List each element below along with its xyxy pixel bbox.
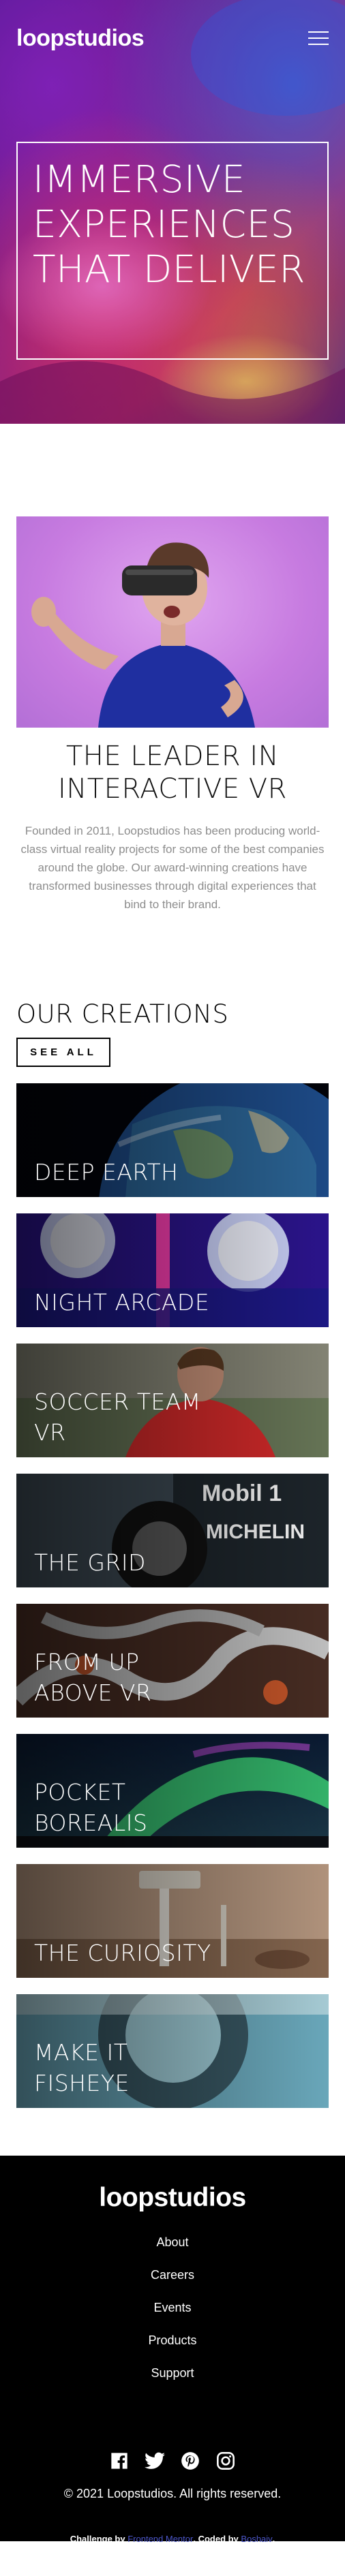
creations-list: Deep earth Night arcade bbox=[16, 1083, 329, 2108]
attribution-challenge-label: Challenge by bbox=[70, 2534, 125, 2544]
creation-title: Night arcade bbox=[34, 1289, 210, 1316]
creation-card-the-grid[interactable]: Mobil 1 MICHELIN The grid bbox=[16, 1474, 329, 1587]
frontend-mentor-link[interactable]: Frontend Mentor bbox=[127, 2534, 193, 2544]
footer-logo[interactable]: loopstudios bbox=[99, 2183, 246, 2213]
intro-section: The leader in interactive VR Founded in … bbox=[0, 424, 345, 914]
footer-link-about[interactable]: About bbox=[156, 2233, 188, 2251]
twitter-icon[interactable] bbox=[144, 2450, 166, 2472]
attribution: Challenge by Frontend Mentor. Coded by B… bbox=[70, 2534, 275, 2544]
creation-title: Soccer team VR bbox=[34, 1388, 201, 1446]
hero-section: loopstudios Immersive experiences that d… bbox=[0, 0, 345, 424]
creations-heading: Our creations bbox=[16, 999, 229, 1029]
creation-title: Pocket borealis bbox=[34, 1779, 148, 1836]
hero-title-box: Immersive experiences that deliver bbox=[16, 142, 329, 360]
intro-text: Founded in 2011, Loopstudios has been pr… bbox=[20, 824, 325, 911]
creation-title: The grid bbox=[34, 1549, 146, 1576]
creation-title: From up above VR bbox=[34, 1649, 152, 1706]
site-footer: loopstudios About Careers Events Product… bbox=[0, 2156, 345, 2544]
footer-link-support[interactable]: Support bbox=[151, 2364, 194, 2382]
intro-heading: The leader in interactive VR bbox=[58, 741, 287, 805]
creation-card-soccer-team-vr[interactable]: Soccer team VR bbox=[16, 1344, 329, 1457]
creation-card-pocket-borealis[interactable]: Pocket borealis bbox=[16, 1734, 329, 1848]
instagram-icon[interactable] bbox=[215, 2450, 237, 2472]
pinterest-icon[interactable] bbox=[179, 2450, 201, 2472]
site-header: loopstudios bbox=[16, 25, 329, 52]
creation-title: The curiosity bbox=[34, 1940, 211, 1966]
see-all-button[interactable]: See all bbox=[16, 1038, 110, 1067]
footer-link-events[interactable]: Events bbox=[153, 2299, 191, 2316]
creation-card-deep-earth[interactable]: Deep earth bbox=[16, 1083, 329, 1197]
vr-person-image bbox=[16, 516, 329, 728]
creation-card-from-up-above-vr[interactable]: From up above VR bbox=[16, 1604, 329, 1718]
logo[interactable]: loopstudios bbox=[16, 25, 145, 52]
creation-card-the-curiosity[interactable]: The curiosity bbox=[16, 1864, 329, 1978]
attribution-end: . bbox=[272, 2534, 275, 2544]
hero-title: Immersive experiences that deliver bbox=[33, 157, 305, 291]
creation-card-make-it-fisheye[interactable]: Make it fisheye bbox=[16, 1994, 329, 2108]
footer-link-careers[interactable]: Careers bbox=[151, 2266, 194, 2284]
creation-title: Make it fisheye bbox=[34, 2039, 130, 2096]
footer-nav: About Careers Events Products Support bbox=[148, 2233, 196, 2382]
footer-link-products[interactable]: Products bbox=[148, 2331, 196, 2349]
social-links bbox=[108, 2450, 237, 2472]
author-link[interactable]: Boshaiv bbox=[241, 2534, 272, 2544]
creation-card-night-arcade[interactable]: Night arcade bbox=[16, 1213, 329, 1327]
creation-title: Deep earth bbox=[34, 1159, 179, 1185]
creations-section: Our creations See all Deep earth bbox=[0, 914, 345, 2108]
attribution-coded-label: . Coded by bbox=[193, 2534, 239, 2544]
hamburger-menu-icon[interactable] bbox=[308, 31, 329, 45]
facebook-icon[interactable] bbox=[108, 2450, 130, 2472]
copyright-text: © 2021 Loopstudios. All rights reserved. bbox=[63, 2487, 282, 2500]
